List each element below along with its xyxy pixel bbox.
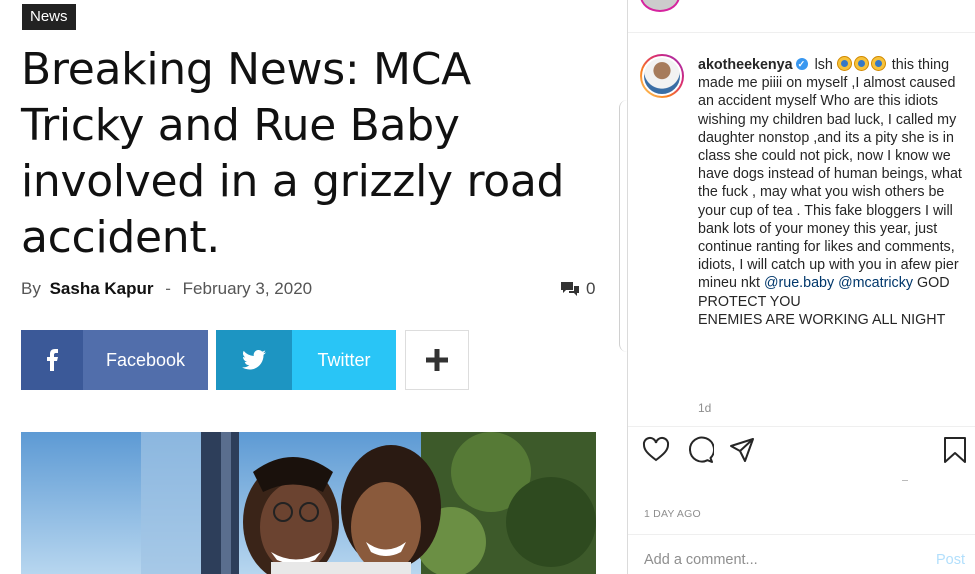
comment-count[interactable]: 0 bbox=[560, 279, 595, 299]
comment-bubbles-icon bbox=[561, 282, 579, 296]
comment-input[interactable]: Add a comment... bbox=[644, 552, 758, 568]
emoji-icon bbox=[870, 56, 886, 71]
verified-badge-icon bbox=[795, 55, 808, 73]
username-link[interactable]: akotheekenya bbox=[698, 57, 793, 73]
mention-rue-baby[interactable]: @rue.baby bbox=[764, 275, 834, 291]
share-icon[interactable] bbox=[728, 436, 756, 464]
article-meta: By Sasha Kapur - February 3, 2020 bbox=[21, 279, 312, 299]
article-panel: News Breaking News: MCA Tricky and Rue B… bbox=[0, 0, 620, 574]
top-avatar[interactable] bbox=[640, 0, 680, 12]
post-button[interactable]: Post bbox=[936, 552, 965, 568]
category-badge[interactable]: News bbox=[22, 4, 76, 30]
actions-divider bbox=[628, 426, 975, 427]
facebook-label: Facebook bbox=[83, 330, 208, 390]
article-photo bbox=[21, 432, 596, 574]
caption-intro: lsh bbox=[814, 57, 833, 73]
post-actions bbox=[642, 436, 972, 470]
header-divider bbox=[628, 32, 975, 33]
comment-count-value: 0 bbox=[586, 279, 596, 298]
avatar[interactable] bbox=[640, 54, 684, 98]
mention-mcatricky[interactable]: @mcatricky bbox=[838, 275, 913, 291]
comment-time[interactable]: 1d bbox=[698, 401, 711, 415]
divider-mark bbox=[902, 480, 908, 481]
twitter-icon bbox=[216, 330, 292, 390]
caption-body: this thing made me piiii on myself ,I al… bbox=[698, 57, 962, 292]
instagram-panel: akotheekenya lsh this thing made me piii… bbox=[627, 0, 975, 574]
emoji-icon bbox=[836, 56, 852, 71]
post-timestamp: 1 DAY AGO bbox=[644, 508, 701, 520]
more-share-button[interactable] bbox=[405, 330, 469, 390]
caption-end-2: ENEMIES ARE WORKING ALL NIGHT bbox=[698, 311, 946, 328]
comment-icon[interactable] bbox=[686, 436, 714, 464]
emoji-icon bbox=[853, 56, 869, 71]
article-date: February 3, 2020 bbox=[182, 279, 313, 298]
by-label: By bbox=[21, 279, 41, 298]
article-headline: Breaking News: MCA Tricky and Rue Baby i… bbox=[21, 44, 565, 263]
facebook-icon bbox=[21, 330, 83, 390]
heart-icon[interactable] bbox=[642, 436, 670, 464]
twitter-label: Twitter bbox=[292, 330, 396, 390]
facebook-share-button[interactable]: Facebook bbox=[21, 330, 208, 390]
bookmark-icon[interactable] bbox=[942, 436, 968, 464]
author-link[interactable]: Sasha Kapur bbox=[50, 279, 154, 298]
comment-divider bbox=[628, 534, 975, 535]
twitter-share-button[interactable]: Twitter bbox=[216, 330, 396, 390]
meta-separator: - bbox=[165, 279, 171, 298]
plus-icon bbox=[426, 349, 448, 371]
post-caption: akotheekenya lsh this thing made me piii… bbox=[698, 55, 966, 329]
